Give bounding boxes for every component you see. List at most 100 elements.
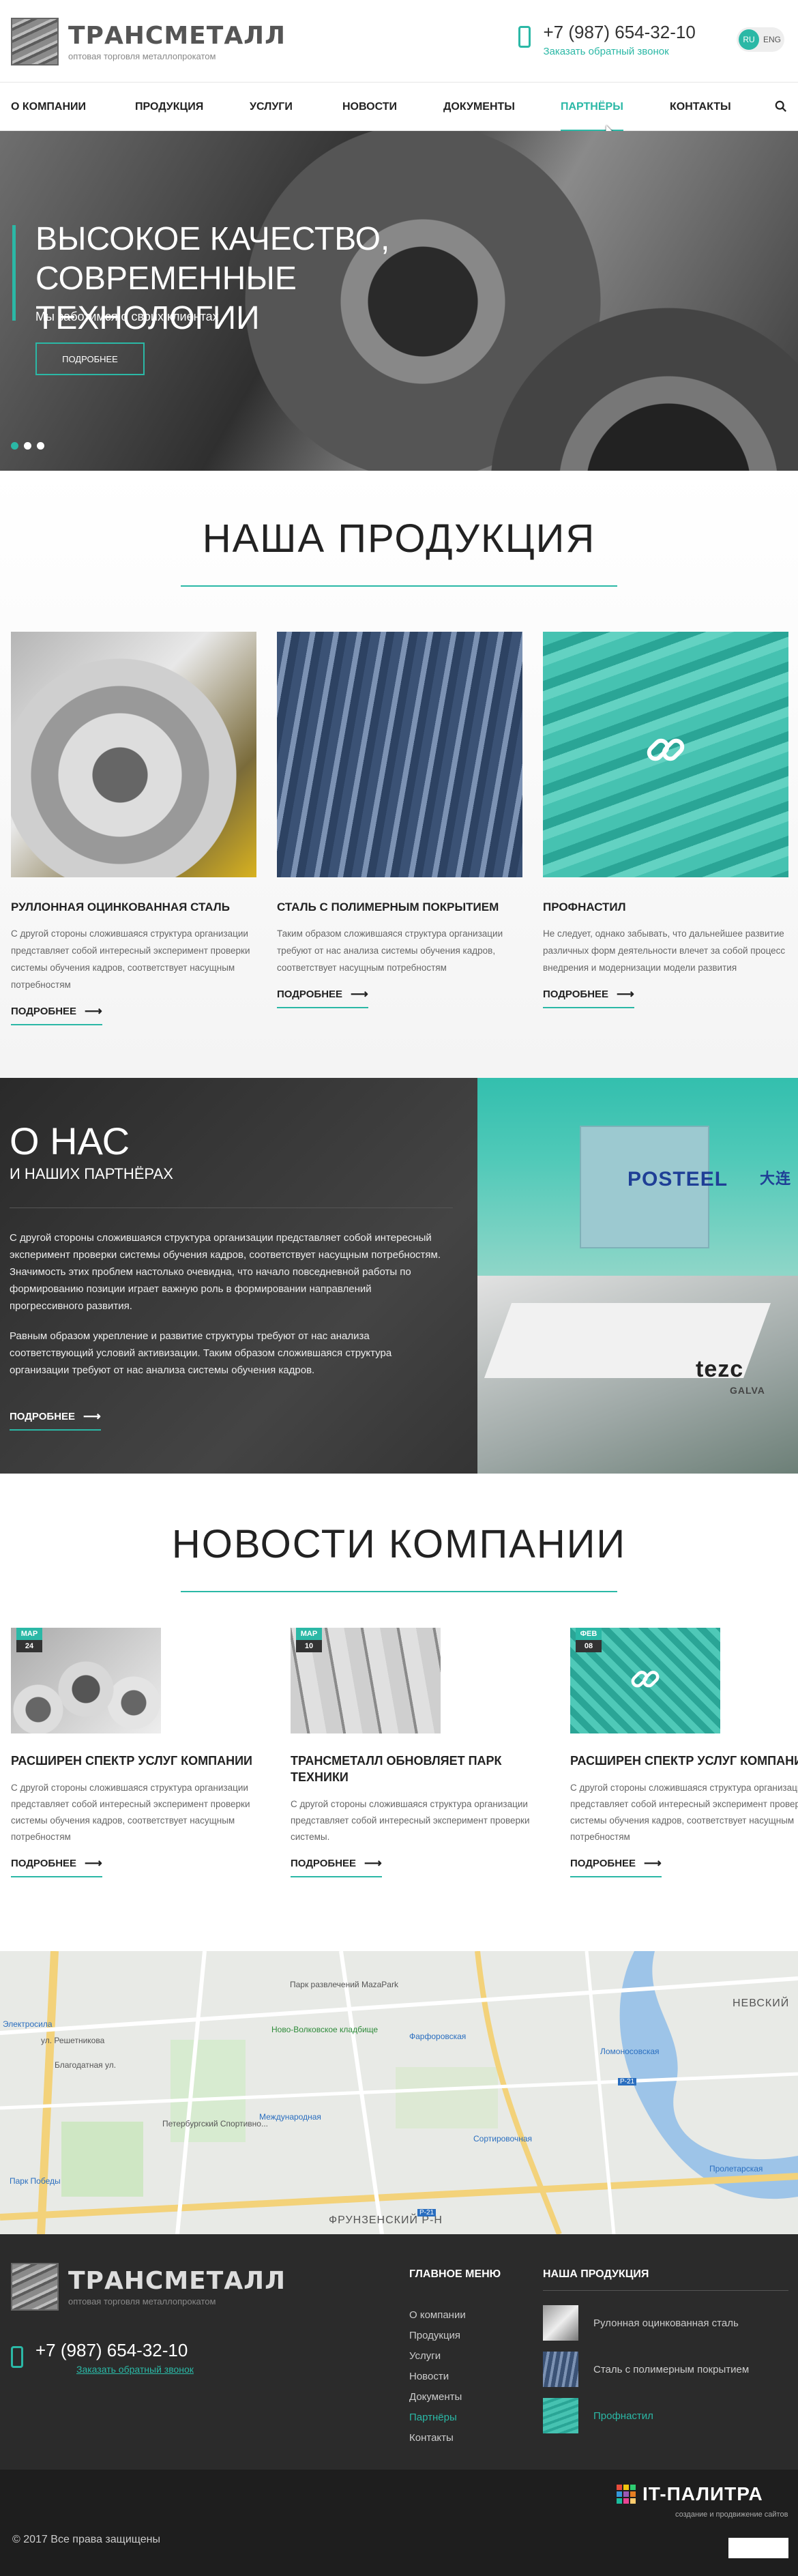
footer-menu-partners[interactable]: Партнёры: [409, 2412, 457, 2423]
hero-more-button[interactable]: ПОДРОБНЕЕ: [35, 342, 145, 375]
arrow-right-icon: ⟶: [85, 1004, 102, 1018]
product-more-link[interactable]: ПОДРОБНЕЕ ⟶: [11, 1004, 102, 1025]
about-more-link[interactable]: ПОДРОБНЕЕ ⟶: [10, 1409, 101, 1431]
product-title[interactable]: СТАЛЬ С ПОЛИМЕРНЫМ ПОКРЫТИЕМ: [277, 901, 522, 914]
news-date-badge: МАР 24: [16, 1628, 42, 1652]
logo[interactable]: ТРАНСМЕТАЛЛ оптовая торговля металлопрок…: [11, 18, 286, 65]
product-image-profiles[interactable]: [277, 632, 522, 877]
about-paragraph-1: С другой стороны сложившаяся структура о…: [10, 1232, 441, 1312]
site-header: ТРАНСМЕТАЛЛ оптовая торговля металлопрок…: [0, 0, 798, 82]
hero-subtitle: Мы заботимся о своих клиентах: [35, 310, 219, 323]
footer-product-thumb: [543, 2352, 578, 2387]
about-paragraph-2: Равным образом укрепление и развитие стр…: [10, 1330, 392, 1376]
partner-tezcan-sub: GALVA: [730, 1385, 765, 1396]
hero-accent-bar: [12, 225, 16, 321]
product-more-link[interactable]: ПОДРОБНЕЕ ⟶: [277, 987, 368, 1008]
slider-dot-3[interactable]: [37, 442, 44, 450]
header-phone[interactable]: +7 (987) 654-32-10: [543, 22, 695, 42]
footer-menu-title: ГЛАВНОЕ МЕНЮ: [409, 2268, 501, 2280]
partner-posteel[interactable]: POSTEEL 大连: [477, 1078, 798, 1276]
news-more-link[interactable]: ПОДРОБНЕЕ ⟶: [11, 1856, 102, 1877]
product-title[interactable]: ПРОФНАСТИЛ: [543, 901, 788, 914]
link-icon: [647, 738, 685, 761]
footer-divider: [543, 2290, 788, 2291]
nav-about[interactable]: О КОМПАНИИ: [11, 83, 86, 132]
news-more-link[interactable]: ПОДРОБНЕЕ ⟶: [291, 1856, 382, 1877]
footer-logo[interactable]: ТРАНСМЕТАЛЛ оптовая торговля металлопрок…: [11, 2263, 286, 2311]
news-title: НОВОСТИ КОМПАНИИ: [171, 1522, 627, 1566]
about-subtitle: И НАШИХ ПАРТНЁРАХ: [10, 1165, 173, 1182]
nav-documents[interactable]: ДОКУМЕНТЫ: [443, 83, 515, 132]
counter-widget[interactable]: [728, 2538, 788, 2558]
product-more-link[interactable]: ПОДРОБНЕЕ ⟶: [543, 987, 634, 1008]
developer-name: IT-ПАЛИТРА: [642, 2483, 763, 2504]
product-card: СТАЛЬ С ПОЛИМЕРНЫМ ПОКРЫТИЕМ Таким образ…: [277, 632, 522, 1008]
nav-news[interactable]: НОВОСТИ: [342, 83, 397, 132]
partner-tezcan-logo: tezc: [696, 1356, 744, 1382]
footer-product-item[interactable]: Профнастил: [543, 2398, 653, 2433]
product-description: Не следует, однако забывать, что дальней…: [543, 928, 786, 973]
arrow-right-icon: ⟶: [85, 1856, 102, 1870]
products-section: НАША ПРОДУКЦИЯ РУЛЛОННАЯ ОЦИНКОВАННАЯ СТ…: [0, 471, 798, 1078]
news-card: ФЕВ 08 РАСШИРЕН СПЕКТР УСЛУГ КОМПАНИИ С …: [570, 1628, 798, 1877]
map-label: Петербургский Спортивно...: [162, 2119, 268, 2128]
product-image-profnastil[interactable]: [543, 632, 788, 877]
lang-ru-button[interactable]: RU: [739, 29, 759, 50]
footer-menu-news[interactable]: Новости: [409, 2371, 449, 2382]
header-contacts: +7 (987) 654-32-10 Заказать обратный зво…: [518, 22, 709, 58]
lang-en-button[interactable]: ENG: [763, 35, 781, 44]
news-more-link[interactable]: ПОДРОБНЕЕ ⟶: [570, 1856, 662, 1877]
footer-menu-products[interactable]: Продукция: [409, 2330, 460, 2341]
nav-services[interactable]: УСЛУГИ: [250, 83, 293, 132]
logo-mark: [11, 18, 59, 65]
footer-menu-about[interactable]: О компании: [409, 2309, 466, 2321]
phone-icon: [11, 2346, 23, 2368]
hero-slider: ВЫСОКОЕ КАЧЕСТВО, СОВРЕМЕННЫЕ ТЕХНОЛОГИИ…: [0, 131, 798, 471]
partner-tezcan[interactable]: tezc GALVA: [477, 1276, 798, 1474]
footer-callback-link[interactable]: Заказать обратный звонок: [76, 2364, 194, 2375]
news-image[interactable]: ФЕВ 08: [570, 1628, 720, 1733]
product-title[interactable]: РУЛЛОННАЯ ОЦИНКОВАННАЯ СТАЛЬ: [11, 901, 256, 914]
news-item-title[interactable]: ТРАНСМЕТАЛЛ ОБНОВЛЯЕТ ПАРК ТЕХНИКИ: [291, 1753, 536, 1785]
news-item-title[interactable]: РАСШИРЕН СПЕКТР УСЛУГ КОМПАНИИ: [570, 1753, 798, 1769]
news-item-title[interactable]: РАСШИРЕН СПЕКТР УСЛУГ КОМПАНИИ: [11, 1753, 256, 1769]
nav-products[interactable]: ПРОДУКЦИЯ: [135, 83, 203, 132]
news-item-text: С другой стороны сложившаяся структура о…: [11, 1783, 250, 1842]
product-description: С другой стороны сложившаяся структура о…: [11, 928, 250, 990]
main-nav: О КОМПАНИИ ПРОДУКЦИЯ УСЛУГИ НОВОСТИ ДОКУ…: [0, 82, 798, 139]
news-card: МАР 24 РАСШИРЕН СПЕКТР УСЛУГ КОМПАНИИ С …: [11, 1628, 256, 1877]
news-day: 10: [296, 1640, 322, 1652]
footer-menu-services[interactable]: Услуги: [409, 2350, 441, 2362]
map-label: НЕВСКИЙ: [733, 1997, 790, 2009]
nav-partners[interactable]: ПАРТНЁРЫ: [561, 83, 623, 132]
developer-logo[interactable]: IT-ПАЛИТРА: [617, 2483, 763, 2505]
products-divider: [181, 585, 617, 587]
news-day: 08: [576, 1640, 602, 1652]
footer-menu-documents[interactable]: Документы: [409, 2391, 462, 2403]
logo-tagline: оптовая торговля металлопрокатом: [68, 51, 216, 61]
news-image[interactable]: МАР 24: [11, 1628, 161, 1733]
search-icon[interactable]: [775, 100, 787, 113]
footer-product-item[interactable]: Рулонная оцинкованная сталь: [543, 2305, 739, 2341]
bottom-bar: IT-ПАЛИТРА создание и продвижение сайтов…: [0, 2470, 798, 2576]
copyright: © 2017 Все права защищены: [12, 2534, 160, 2545]
road-sign: P-21: [618, 2078, 637, 2085]
callback-link[interactable]: Заказать обратный звонок: [543, 46, 695, 57]
footer-product-item[interactable]: Сталь с полимерным покрытием: [543, 2352, 749, 2387]
footer-product-thumb: [543, 2305, 578, 2341]
news-divider: [181, 1591, 617, 1592]
product-image-coil[interactable]: [11, 632, 256, 877]
slider-dot-2[interactable]: [24, 442, 31, 450]
nav-contacts[interactable]: КОНТАКТЫ: [670, 83, 731, 132]
footer-phone[interactable]: +7 (987) 654-32-10: [35, 2340, 188, 2361]
location-map[interactable]: Парк развлечений MazaPark Ново-Волковско…: [0, 1951, 798, 2234]
arrow-right-icon: ⟶: [617, 987, 634, 1001]
footer-menu-contacts[interactable]: Контакты: [409, 2432, 454, 2444]
arrow-right-icon: ⟶: [364, 1856, 382, 1870]
news-image[interactable]: МАР 10: [291, 1628, 441, 1733]
footer-products-title: НАША ПРОДУКЦИЯ: [543, 2268, 649, 2280]
slider-dot-1[interactable]: [11, 442, 18, 450]
news-item-text: С другой стороны сложившаяся структура о…: [291, 1799, 530, 1842]
partner-posteel-logo: POSTEEL: [627, 1168, 728, 1190]
map-label: Благодатная ул.: [55, 2060, 117, 2070]
